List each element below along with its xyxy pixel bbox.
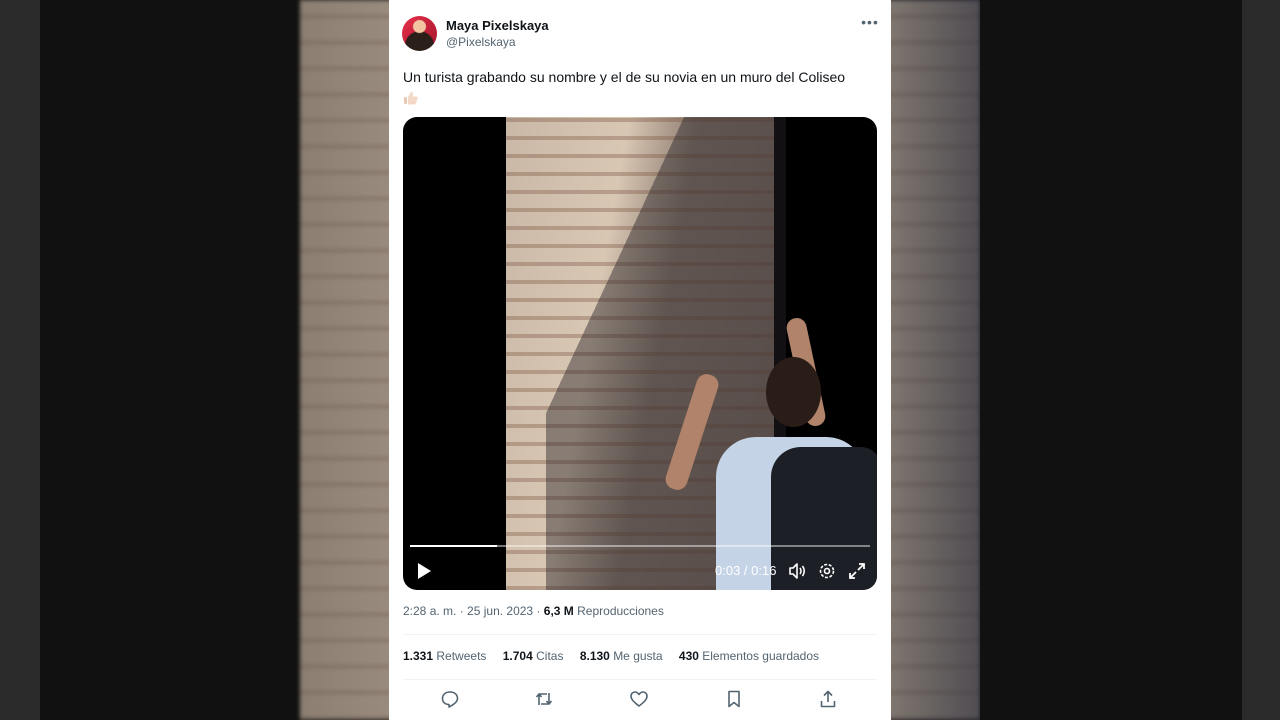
reply-icon[interactable] bbox=[440, 689, 462, 711]
views-label: Reproducciones bbox=[577, 604, 664, 618]
more-options-icon[interactable]: ••• bbox=[860, 14, 880, 34]
video-progress-fill bbox=[410, 545, 498, 547]
tweet-stats: 1.331 Retweets 1.704 Citas 8.130 Me gust… bbox=[403, 649, 832, 663]
video-progress-bar[interactable] bbox=[410, 545, 870, 547]
retweets-stat[interactable]: 1.331 Retweets bbox=[403, 649, 486, 663]
bookmarks-stat[interactable]: 430 Elementos guardados bbox=[679, 649, 819, 663]
gear-icon[interactable] bbox=[817, 561, 837, 581]
display-name[interactable]: Maya Pixelskaya bbox=[446, 18, 549, 33]
bookmarks-label: Elementos guardados bbox=[702, 649, 820, 663]
user-handle[interactable]: @Pixelskaya bbox=[446, 35, 516, 49]
likes-label: Me gusta bbox=[613, 649, 663, 663]
tweet-meta: 2:28 a. m. · 25 jun. 2023 · 6,3 M Reprod… bbox=[403, 604, 664, 618]
bookmark-icon[interactable] bbox=[724, 689, 746, 711]
video-frame bbox=[506, 117, 877, 590]
left-edge-bar bbox=[0, 0, 40, 720]
quotes-stat[interactable]: 1.704 Citas bbox=[503, 649, 564, 663]
play-icon[interactable] bbox=[415, 561, 433, 581]
retweets-count: 1.331 bbox=[403, 649, 434, 663]
views-count: 6,3 M bbox=[543, 604, 574, 618]
thumbs-up-icon bbox=[403, 90, 419, 106]
avatar[interactable] bbox=[402, 16, 437, 51]
like-icon[interactable] bbox=[629, 689, 651, 711]
divider-top bbox=[403, 634, 877, 635]
volume-icon[interactable] bbox=[787, 561, 807, 581]
bookmarks-count: 430 bbox=[678, 649, 699, 663]
video-player[interactable]: 0:03 / 0:16 bbox=[403, 117, 877, 590]
tweet-text-content: Un turista grabando su nombre y el de su… bbox=[403, 69, 846, 85]
tweet-date[interactable]: 25 jun. 2023 bbox=[467, 604, 533, 618]
right-edge-bar bbox=[1242, 0, 1280, 720]
share-icon[interactable] bbox=[818, 689, 840, 711]
video-time: 0:03 / 0:16 bbox=[715, 563, 777, 578]
divider-bottom bbox=[403, 679, 877, 680]
right-black-bar bbox=[980, 0, 1242, 720]
quotes-count: 1.704 bbox=[502, 649, 533, 663]
person-head bbox=[766, 357, 821, 427]
tweet-time[interactable]: 2:28 a. m. bbox=[403, 604, 456, 618]
likes-stat[interactable]: 8.130 Me gusta bbox=[580, 649, 663, 663]
likes-count: 8.130 bbox=[579, 649, 610, 663]
retweets-label: Retweets bbox=[436, 649, 487, 663]
tweet-text: Un turista grabando su nombre y el de su… bbox=[403, 67, 873, 109]
meta-separator-2: · bbox=[533, 604, 544, 618]
quotes-label: Citas bbox=[536, 649, 564, 663]
fullscreen-icon[interactable] bbox=[847, 561, 867, 581]
blurred-background-shadow bbox=[880, 0, 980, 720]
left-black-bar bbox=[40, 0, 300, 720]
retweet-icon[interactable] bbox=[534, 689, 556, 711]
meta-separator: · bbox=[456, 604, 468, 618]
